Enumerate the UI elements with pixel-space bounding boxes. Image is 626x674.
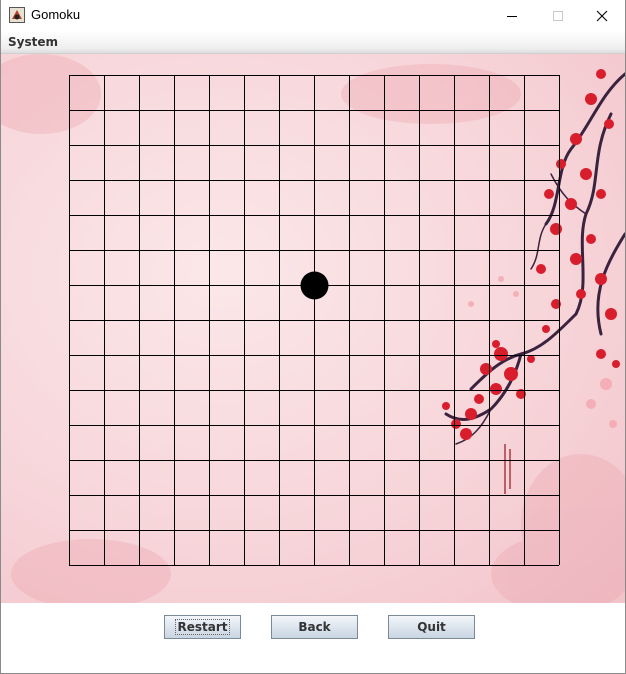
gomoku-board[interactable] [1, 54, 625, 603]
minimize-icon [507, 15, 517, 17]
menu-system[interactable]: System [8, 35, 58, 49]
close-icon [596, 10, 608, 21]
back-button[interactable]: Back [271, 615, 358, 639]
close-button[interactable] [579, 0, 625, 31]
maximize-icon [553, 10, 563, 21]
black-stone [300, 271, 329, 300]
gomoku-window: Gomoku System Restart Back Quit [0, 0, 626, 674]
quit-button[interactable]: Quit [388, 615, 475, 639]
control-panel: Restart Back Quit [1, 603, 625, 673]
game-board-panel[interactable] [1, 54, 625, 603]
menu-bar: System [1, 31, 625, 54]
window-title: Gomoku [31, 7, 81, 22]
gomoku-app-icon [9, 7, 25, 23]
restart-button[interactable]: Restart [164, 615, 241, 639]
minimize-button[interactable] [489, 0, 535, 31]
restart-button-label: Restart [175, 619, 230, 635]
maximize-button[interactable] [535, 0, 581, 31]
title-bar[interactable]: Gomoku [1, 0, 625, 31]
